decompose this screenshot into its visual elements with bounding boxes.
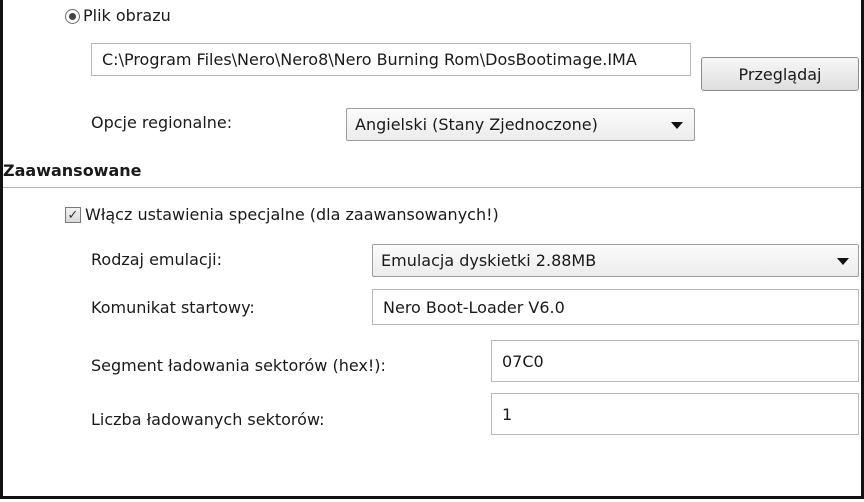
regional-options-label: Opcje regionalne: [91, 113, 233, 132]
image-file-radio-label: Plik obrazu [83, 6, 171, 25]
sector-count-field[interactable]: 1 [491, 393, 859, 435]
emulation-type-selected: Emulacja dyskietki 2.88MB [381, 251, 597, 270]
enable-special-settings-checkbox[interactable]: ✓ [65, 207, 81, 223]
emulation-type-label: Rodzaj emulacji: [91, 250, 222, 269]
load-segment-label: Segment ładowania sektorów (hex!): [91, 356, 386, 375]
advanced-section-title: Zaawansowane [3, 161, 142, 180]
checkmark-icon: ✓ [67, 207, 79, 223]
regional-options-selected: Angielski (Stany Zjednoczone) [355, 115, 598, 134]
load-segment-field[interactable]: 07C0 [491, 340, 859, 382]
emulation-type-select[interactable]: Emulacja dyskietki 2.88MB [372, 244, 859, 277]
chevron-down-icon [671, 122, 683, 129]
chevron-down-icon [837, 258, 849, 265]
boot-message-label: Komunikat startowy: [91, 298, 255, 317]
enable-special-settings-label: Włącz ustawienia specjalne (dla zaawanso… [85, 205, 499, 224]
boot-message-field[interactable]: Nero Boot-Loader V6.0 [372, 289, 859, 325]
sector-count-label: Liczba ładowanych sektorów: [91, 410, 325, 429]
boot-options-panel: Plik obrazu C:\Program Files\Nero\Nero8\… [0, 0, 864, 499]
regional-options-select[interactable]: Angielski (Stany Zjednoczone) [346, 108, 695, 141]
browse-button[interactable]: Przeglądaj [701, 57, 859, 91]
image-path-field[interactable]: C:\Program Files\Nero\Nero8\Nero Burning… [91, 43, 691, 76]
section-divider [3, 187, 861, 188]
image-file-radio[interactable] [65, 9, 80, 24]
